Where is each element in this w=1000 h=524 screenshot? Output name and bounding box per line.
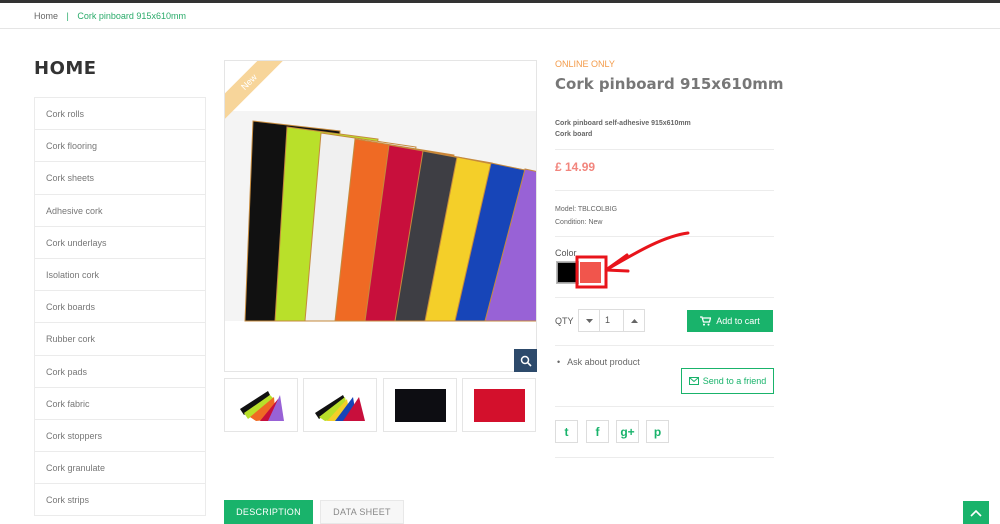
description-line: Cork pinboard self-adhesive 915x610mm <box>555 120 691 127</box>
color-swatch-black[interactable] <box>557 262 578 283</box>
send-to-friend-button[interactable]: Send to a friend <box>681 368 774 394</box>
divider <box>555 190 774 191</box>
pinterest-share-button[interactable]: p <box>646 420 669 443</box>
divider <box>555 236 774 237</box>
breadcrumb-separator: | <box>66 11 69 21</box>
sidebar-title: HOME <box>34 58 97 79</box>
sidebar-item-cork-strips[interactable]: Cork strips <box>35 484 205 517</box>
model-text: Model: TBLCOLBIG <box>555 206 618 213</box>
thumbnail-image <box>473 388 525 422</box>
sidebar-item-cork-fabric[interactable]: Cork fabric <box>35 388 205 420</box>
send-friend-label: Send to a friend <box>702 376 767 386</box>
annotation-arrowhead <box>604 253 630 273</box>
sidebar-item-rubber-cork[interactable]: Rubber cork <box>35 323 205 356</box>
divider <box>555 149 774 150</box>
qty-input[interactable]: 1 <box>599 310 624 331</box>
qty-increase-button[interactable] <box>624 310 644 331</box>
divider <box>555 457 774 458</box>
condition-text: Condition: New <box>555 219 603 226</box>
sidebar-item-cork-stoppers[interactable]: Cork stoppers <box>35 420 205 453</box>
qty-label: QTY <box>555 316 574 326</box>
description-line: Cork board <box>555 131 593 138</box>
qty-decrease-button[interactable] <box>579 310 599 331</box>
thumbnail-multicolor-fan-2[interactable] <box>303 378 377 432</box>
facebook-icon: f <box>595 424 600 439</box>
twitter-icon: t <box>564 424 569 439</box>
thumbnail-image <box>394 388 446 422</box>
search-icon <box>520 355 532 367</box>
thumbnail-red-sheet[interactable] <box>462 378 536 432</box>
sidebar-item-cork-pads[interactable]: Cork pads <box>35 356 205 388</box>
thumbnail-image <box>240 391 284 421</box>
divider <box>555 297 774 298</box>
sidebar-item-cork-flooring[interactable]: Cork flooring <box>35 130 205 163</box>
product-price: £ 14.99 <box>555 160 596 174</box>
cart-icon <box>700 316 712 326</box>
thumbnail-image <box>315 395 365 421</box>
sidebar-item-adhesive-cork[interactable]: Adhesive cork <box>35 195 205 227</box>
divider <box>555 406 774 407</box>
facebook-share-button[interactable]: f <box>586 420 609 443</box>
google-plus-icon: g+ <box>620 424 635 439</box>
product-short-description: Cork pinboard self-adhesive 915x610mm Co… <box>555 118 691 140</box>
product-meta: Model: TBLCOLBIG Condition: New <box>555 203 617 229</box>
online-only-label: ONLINE ONLY <box>555 59 615 69</box>
chevron-up-icon <box>970 509 982 517</box>
google-plus-share-button[interactable]: g+ <box>616 420 639 443</box>
breadcrumb-current[interactable]: Cork pinboard 915x610mm <box>77 11 186 21</box>
breadcrumb-home-link[interactable]: Home <box>34 11 58 21</box>
divider <box>555 345 774 346</box>
product-title: Cork pinboard 915x610mm <box>555 75 784 93</box>
bullet: • <box>557 357 561 367</box>
product-photo <box>225 111 536 322</box>
zoom-button[interactable] <box>514 349 537 372</box>
ask-about-product-link[interactable]: • Ask about product <box>557 357 640 367</box>
back-to-top-button[interactable] <box>963 501 989 524</box>
breadcrumb: Home | Cork pinboard 915x610mm <box>0 3 1000 29</box>
product-main-image[interactable]: New <box>224 60 537 372</box>
pinterest-icon: p <box>653 424 662 439</box>
color-label: Color <box>555 248 577 258</box>
add-to-cart-label: Add to cart <box>716 316 760 326</box>
ask-label: Ask about product <box>567 357 640 367</box>
annotation-arrow <box>604 231 690 272</box>
twitter-share-button[interactable]: t <box>555 420 578 443</box>
caret-down-icon <box>585 318 593 323</box>
thumbnail-multicolor-fan[interactable] <box>224 378 298 432</box>
thumbnail-black-sheet[interactable] <box>383 378 457 432</box>
envelope-icon <box>688 377 699 385</box>
tab-data-sheet[interactable]: DATA SHEET <box>320 500 404 524</box>
sidebar-item-cork-underlays[interactable]: Cork underlays <box>35 227 205 259</box>
sidebar-item-isolation-cork[interactable]: Isolation cork <box>35 259 205 292</box>
sidebar-item-cork-granulate[interactable]: Cork granulate <box>35 452 205 485</box>
color-swatch-red[interactable] <box>580 262 601 283</box>
category-list: Cork rolls Cork flooring Cork sheets Adh… <box>34 97 206 517</box>
sidebar-item-cork-boards[interactable]: Cork boards <box>35 291 205 324</box>
sidebar-item-cork-sheets[interactable]: Cork sheets <box>35 162 205 195</box>
tab-description[interactable]: DESCRIPTION <box>224 500 313 524</box>
caret-up-icon <box>630 318 638 323</box>
add-to-cart-button[interactable]: Add to cart <box>687 310 773 332</box>
quantity-stepper: 1 <box>578 309 645 332</box>
sidebar-item-cork-rolls[interactable]: Cork rolls <box>35 98 205 131</box>
